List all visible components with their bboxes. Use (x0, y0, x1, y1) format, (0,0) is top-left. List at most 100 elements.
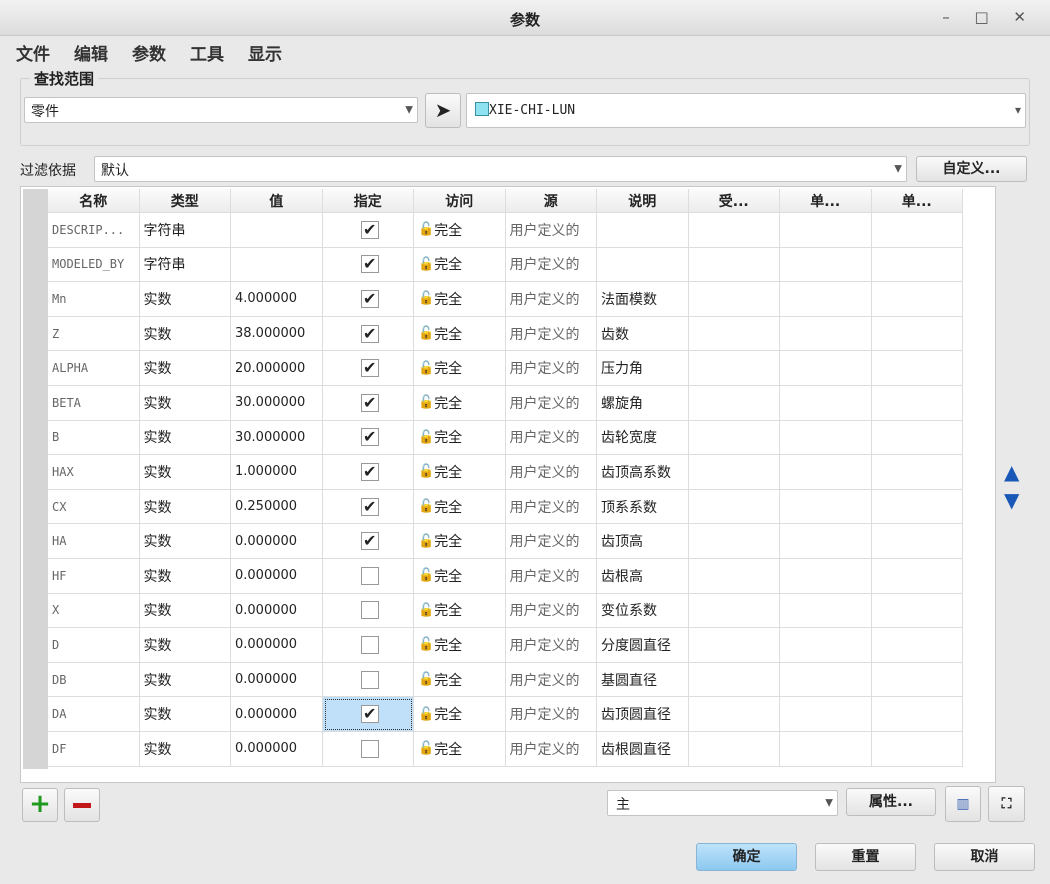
type-cell[interactable]: 实数 (139, 524, 231, 559)
designated-cell[interactable]: ✔ (322, 282, 414, 317)
access-cell[interactable]: 🔓 完全 (414, 351, 506, 386)
type-cell[interactable]: 实数 (139, 316, 231, 352)
column-header[interactable]: 名称 (48, 189, 140, 213)
table-row[interactable]: HAX 实数 1.000000 ✔ 🔓 完全 用户定义的 齿顶高系数 (48, 455, 963, 490)
name-cell[interactable]: D (48, 628, 140, 663)
designated-cell[interactable] (322, 731, 414, 767)
designated-checkbox[interactable]: ✔ (360, 532, 379, 551)
ok-button[interactable]: 确定 (696, 843, 797, 871)
type-cell[interactable]: 实数 (139, 351, 231, 386)
remove-parameter-button[interactable] (64, 788, 100, 822)
description-cell[interactable]: 齿顶高系数 (597, 455, 689, 490)
name-cell[interactable]: B (48, 420, 140, 456)
menu-tools[interactable]: 工具 (190, 40, 224, 65)
designated-cell[interactable]: ✔ (322, 213, 414, 248)
value-cell[interactable]: 30.000000 (231, 420, 323, 456)
table-row[interactable]: CX 实数 0.250000 ✔ 🔓 完全 用户定义的 顶系系数 (48, 489, 963, 525)
menu-parameters[interactable]: 参数 (132, 40, 166, 65)
description-cell[interactable]: 齿顶圆直径 (597, 697, 689, 732)
designated-cell[interactable] (322, 662, 414, 698)
reset-button[interactable]: 重置 (815, 843, 916, 871)
description-cell[interactable]: 螺旋角 (597, 385, 689, 421)
value-cell[interactable]: 0.000000 (231, 593, 323, 629)
access-cell[interactable]: 🔓 完全 (414, 662, 506, 698)
designated-cell[interactable] (322, 628, 414, 663)
access-cell[interactable]: 🔓 完全 (414, 282, 506, 317)
designated-checkbox[interactable]: ✔ (360, 220, 379, 239)
description-cell[interactable]: 压力角 (597, 351, 689, 386)
designated-checkbox[interactable] (360, 670, 379, 689)
move-down-icon[interactable]: ▼ (1004, 486, 1019, 514)
type-cell[interactable]: 实数 (139, 420, 231, 456)
designated-cell[interactable]: ✔ (322, 316, 414, 352)
type-cell[interactable]: 实数 (139, 282, 231, 317)
designated-checkbox[interactable]: ✔ (360, 324, 379, 343)
table-row[interactable]: DF 实数 0.000000 🔓 完全 用户定义的 齿根圆直径 (48, 731, 963, 767)
designated-cell[interactable]: ✔ (322, 385, 414, 421)
description-cell[interactable]: 变位系数 (597, 593, 689, 629)
designated-checkbox[interactable]: ✔ (360, 289, 379, 308)
type-cell[interactable]: 实数 (139, 385, 231, 421)
description-cell[interactable]: 顶系系数 (597, 489, 689, 525)
designated-cell[interactable]: ✔ (322, 697, 414, 732)
description-cell[interactable] (597, 247, 689, 283)
description-cell[interactable] (597, 213, 689, 248)
move-up-icon[interactable]: ▲ (1004, 458, 1019, 486)
description-cell[interactable]: 齿轮宽度 (597, 420, 689, 456)
name-cell[interactable]: HA (48, 524, 140, 559)
type-cell[interactable]: 实数 (139, 628, 231, 663)
table-row[interactable]: DB 实数 0.000000 🔓 完全 用户定义的 基圆直径 (48, 662, 963, 698)
select-pointer-button[interactable]: ➤ (425, 93, 461, 128)
name-cell[interactable]: X (48, 593, 140, 629)
designated-checkbox[interactable]: ✔ (360, 462, 379, 481)
name-cell[interactable]: HAX (48, 455, 140, 490)
value-cell[interactable]: 0.000000 (231, 524, 323, 559)
designated-checkbox[interactable] (360, 566, 379, 585)
name-cell[interactable]: DESCRIP... (48, 213, 140, 248)
description-cell[interactable]: 齿数 (597, 316, 689, 352)
name-cell[interactable]: BETA (48, 385, 140, 421)
designated-cell[interactable]: ✔ (322, 455, 414, 490)
designated-checkbox[interactable]: ✔ (360, 393, 379, 412)
description-cell[interactable]: 分度圆直径 (597, 628, 689, 663)
designated-cell[interactable]: ✔ (322, 420, 414, 456)
type-cell[interactable]: 实数 (139, 662, 231, 698)
filter-select[interactable]: 默认 ▼ (94, 156, 907, 182)
type-cell[interactable]: 字符串 (139, 247, 231, 283)
table-row[interactable]: HA 实数 0.000000 ✔ 🔓 完全 用户定义的 齿顶高 (48, 524, 963, 559)
access-cell[interactable]: 🔓 完全 (414, 558, 506, 594)
name-cell[interactable]: CX (48, 489, 140, 525)
description-cell[interactable]: 齿根高 (597, 558, 689, 594)
access-cell[interactable]: 🔓 完全 (414, 697, 506, 732)
menu-edit[interactable]: 编辑 (74, 40, 108, 65)
table-row[interactable]: MODELED_BY 字符串 ✔ 🔓 完全 用户定义的 (48, 247, 963, 283)
table-row[interactable]: B 实数 30.000000 ✔ 🔓 完全 用户定义的 齿轮宽度 (48, 420, 963, 456)
value-cell[interactable] (231, 213, 323, 248)
name-cell[interactable]: DB (48, 662, 140, 698)
type-cell[interactable]: 实数 (139, 697, 231, 732)
access-cell[interactable]: 🔓 完全 (414, 385, 506, 421)
description-cell[interactable]: 齿顶高 (597, 524, 689, 559)
type-cell[interactable]: 实数 (139, 731, 231, 767)
value-cell[interactable]: 0.250000 (231, 489, 323, 525)
type-cell[interactable]: 实数 (139, 489, 231, 525)
value-cell[interactable]: 38.000000 (231, 316, 323, 352)
table-row[interactable]: Z 实数 38.000000 ✔ 🔓 完全 用户定义的 齿数 (48, 316, 963, 352)
model-select[interactable]: XIE-CHI-LUN ▼ (466, 93, 1026, 128)
customize-button[interactable]: 自定义... (916, 156, 1027, 182)
value-cell[interactable] (231, 247, 323, 283)
designated-checkbox[interactable]: ✔ (360, 255, 379, 274)
description-cell[interactable]: 法面模数 (597, 282, 689, 317)
designated-cell[interactable]: ✔ (322, 489, 414, 525)
columns-button[interactable]: ▥ (945, 786, 981, 822)
name-cell[interactable]: Z (48, 316, 140, 352)
designated-checkbox[interactable]: ✔ (360, 428, 379, 447)
add-parameter-button[interactable]: + (22, 788, 58, 822)
value-cell[interactable]: 0.000000 (231, 662, 323, 698)
table-row[interactable]: ALPHA 实数 20.000000 ✔ 🔓 完全 用户定义的 压力角 (48, 351, 963, 386)
value-cell[interactable]: 20.000000 (231, 351, 323, 386)
value-cell[interactable]: 30.000000 (231, 385, 323, 421)
table-row[interactable]: X 实数 0.000000 🔓 完全 用户定义的 变位系数 (48, 593, 963, 629)
menu-file[interactable]: 文件 (16, 40, 50, 65)
name-cell[interactable]: DF (48, 731, 140, 767)
